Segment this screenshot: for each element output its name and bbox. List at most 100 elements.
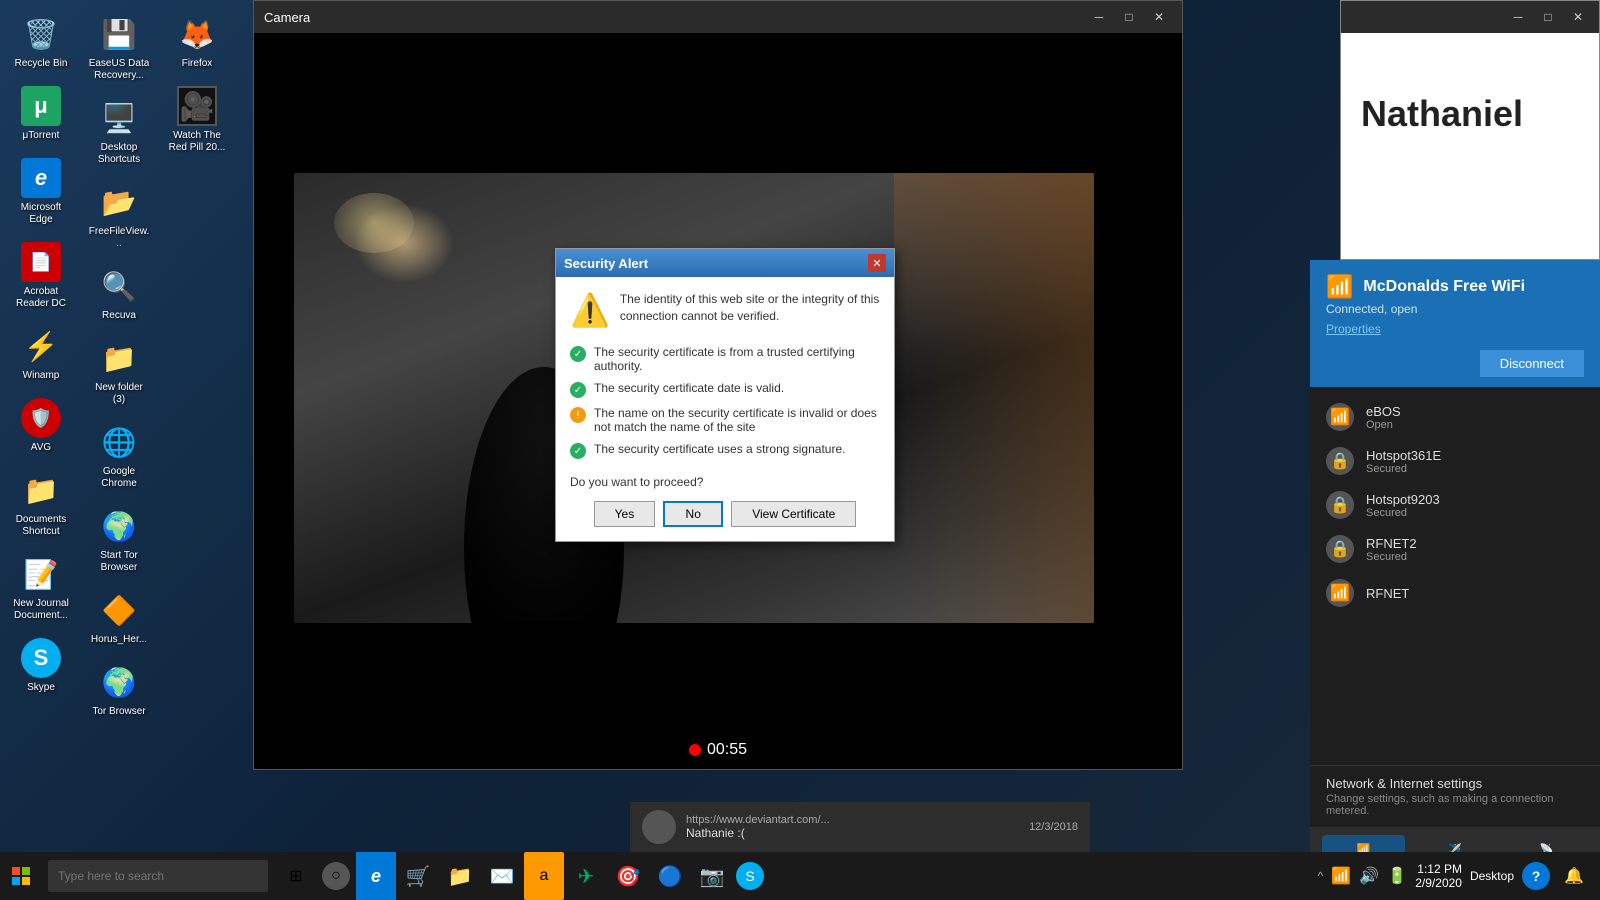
taskbar-camera-icon[interactable]: 📷	[692, 852, 732, 900]
icon-microsoft-edge[interactable]: e Microsoft Edge	[6, 154, 76, 230]
camera-minimize-button[interactable]: ─	[1086, 7, 1112, 27]
camera-maximize-button[interactable]: □	[1116, 7, 1142, 27]
camera-title: Camera	[264, 10, 310, 25]
google-chrome-icon: 🌐	[99, 422, 139, 462]
taskbar-store-icon[interactable]: 🛒	[398, 852, 438, 900]
network-settings-title[interactable]: Network & Internet settings	[1326, 776, 1584, 791]
icon-easeus[interactable]: 💾 EaseUS Data Recovery...	[84, 10, 154, 86]
wifi-panel: 📶 McDonalds Free WiFi Connected, open Pr…	[1310, 260, 1600, 900]
wifi-ebos-info: eBOS Open	[1366, 404, 1584, 431]
icon-recycle-bin[interactable]: 🗑️ Recycle Bin	[6, 10, 76, 74]
wifi-network-item-ebos[interactable]: 📶 eBOS Open	[1310, 395, 1600, 439]
wifi-rfnet-icon: 📶	[1326, 579, 1354, 607]
check-text-2: The security certificate date is valid.	[594, 381, 784, 395]
tray-network-icon[interactable]: 📶	[1331, 866, 1351, 886]
recuva-icon: 🔍	[99, 266, 139, 306]
dialog-no-button[interactable]: No	[663, 501, 723, 527]
chat-url: https://www.deviantart.com/...	[686, 814, 1019, 826]
dialog-main-text: The identity of this web site or the int…	[620, 291, 880, 325]
dialog-view-cert-button[interactable]: View Certificate	[731, 501, 856, 527]
wifi-hotspot9203-info: Hotspot9203 Secured	[1366, 492, 1584, 519]
nathaniel-minimize-button[interactable]: ─	[1505, 7, 1531, 27]
help-button[interactable]: ?	[1522, 862, 1550, 890]
wifi-network-item-rfnet2[interactable]: 🔒 RFNET2 Secured	[1310, 527, 1600, 571]
acrobat-icon: 📄	[21, 242, 61, 282]
start-button[interactable]	[0, 852, 42, 900]
wifi-properties-link[interactable]: Properties	[1326, 322, 1584, 336]
taskbar-system-tray: ^ 📶 🔊 🔋 1:12 PM 2/9/2020 Desktop ? 🔔	[1318, 852, 1600, 900]
task-view-button[interactable]: ⊞	[276, 852, 316, 900]
taskbar-time: 1:12 PM	[1415, 862, 1462, 876]
wifi-network-item-rfnet[interactable]: 📶 RFNET	[1310, 571, 1600, 615]
dialog-check-4: ✓ The security certificate uses a strong…	[570, 438, 880, 463]
recording-indicator: 00:55	[689, 741, 747, 759]
taskbar-edge-icon[interactable]: e	[356, 852, 396, 900]
vlc-label: Horus_Her...	[91, 634, 147, 646]
taskbar-expand-tray[interactable]: ^	[1318, 869, 1324, 883]
security-shield-icon: ⚠️	[570, 291, 610, 329]
documents-shortcut-icon: 📁	[21, 470, 61, 510]
wood-effect	[914, 173, 1094, 623]
icon-new-journal[interactable]: 📝 New Journal Document...	[6, 550, 76, 626]
taskbar-amazon-icon[interactable]: a	[524, 852, 564, 900]
taskbar-tripadvisor-icon[interactable]: ✈	[566, 852, 606, 900]
notification-button[interactable]: 🔔	[1558, 860, 1590, 892]
icon-firefox[interactable]: 🦊 Firefox	[162, 10, 232, 74]
icon-winamp[interactable]: ⚡ Winamp	[6, 322, 76, 386]
taskbar-desktop-label[interactable]: Desktop	[1470, 869, 1514, 883]
easeus-label: EaseUS Data Recovery...	[88, 58, 150, 82]
icon-new-folder[interactable]: 📁 New folder (3)	[84, 334, 154, 410]
icon-utorrent[interactable]: μ μTorrent	[6, 82, 76, 146]
icon-watch-red-pill[interactable]: 🎥 Watch The Red Pill 20...	[162, 82, 232, 158]
icon-documents-shortcut[interactable]: 📁 Documents Shortcut	[6, 466, 76, 542]
dialog-yes-button[interactable]: Yes	[594, 501, 656, 527]
icon-google-chrome[interactable]: 🌐 Google Chrome	[84, 418, 154, 494]
dialog-check-2: ✓ The security certificate date is valid…	[570, 377, 880, 402]
taskbar-chrome-icon[interactable]: 🔵	[650, 852, 690, 900]
icon-start-tor[interactable]: 🌍 Start Tor Browser	[84, 502, 154, 578]
icon-recuva[interactable]: 🔍 Recuva	[84, 262, 154, 326]
wifi-hotspot361e-icon: 🔒	[1326, 447, 1354, 475]
taskbar-explorer-icon[interactable]: 📁	[440, 852, 480, 900]
new-folder-icon: 📁	[99, 338, 139, 378]
camera-close-button[interactable]: ✕	[1146, 7, 1172, 27]
desktop-shortcuts-label: Desktop Shortcuts	[88, 142, 150, 166]
icon-acrobat[interactable]: 📄 Acrobat Reader DC	[6, 238, 76, 314]
wifi-disconnect-button[interactable]: Disconnect	[1480, 350, 1584, 377]
firefox-icon: 🦊	[177, 14, 217, 54]
vlc-icon: 🔶	[99, 590, 139, 630]
recording-dot	[689, 744, 701, 756]
check-ok-icon-1: ✓	[570, 346, 586, 362]
winamp-label: Winamp	[23, 370, 60, 382]
nathaniel-maximize-button[interactable]: □	[1535, 7, 1561, 27]
taskbar-quick-actions: ⊞ ○ e 🛒 📁 ✉️ a ✈ 🎯 🔵 📷 S	[276, 852, 766, 900]
search-input[interactable]	[48, 860, 268, 892]
dialog-header: ⚠️ The identity of this web site or the …	[570, 291, 880, 329]
icon-desktop-shortcuts[interactable]: 🖥️ Desktop Shortcuts	[84, 94, 154, 170]
taskbar-skype-icon[interactable]: S	[736, 862, 764, 890]
tray-sound-icon[interactable]: 🔊	[1359, 866, 1379, 886]
cortana-button[interactable]: ○	[322, 862, 350, 890]
wifi-network-item-hotspot9203[interactable]: 🔒 Hotspot9203 Secured	[1310, 483, 1600, 527]
dialog-titlebar: Security Alert ✕	[556, 249, 894, 277]
light-effect	[334, 193, 414, 253]
taskbar: ⊞ ○ e 🛒 📁 ✉️ a ✈ 🎯 🔵 📷 S ^ 📶 🔊 🔋 1:12 PM…	[0, 852, 1600, 900]
nathaniel-content: Nathaniel	[1341, 33, 1599, 259]
icon-freefileview[interactable]: 📂 FreeFileView...	[84, 178, 154, 254]
check-text-4: The security certificate uses a strong s…	[594, 442, 845, 456]
icon-skype[interactable]: S Skype	[6, 634, 76, 698]
taskbar-date: 2/9/2020	[1415, 876, 1462, 890]
taskbar-game-icon[interactable]: 🎯	[608, 852, 648, 900]
icon-tor-browser[interactable]: 🌍 Tor Browser	[84, 658, 154, 722]
wifi-network-item-hotspot361e[interactable]: 🔒 Hotspot361E Secured	[1310, 439, 1600, 483]
tray-battery-icon[interactable]: 🔋	[1387, 866, 1407, 886]
taskbar-mail-icon[interactable]: ✉️	[482, 852, 522, 900]
icon-vlc[interactable]: 🔶 Horus_Her...	[84, 586, 154, 650]
nathaniel-close-button[interactable]: ✕	[1565, 7, 1591, 27]
taskbar-clock[interactable]: 1:12 PM 2/9/2020	[1415, 862, 1462, 890]
nathaniel-window-controls: ─ □ ✕	[1505, 7, 1591, 27]
icon-avg[interactable]: 🛡️ AVG	[6, 394, 76, 458]
recording-time: 00:55	[707, 741, 747, 759]
dialog-close-button[interactable]: ✕	[868, 254, 886, 272]
camera-window-controls: ─ □ ✕	[1086, 7, 1172, 27]
